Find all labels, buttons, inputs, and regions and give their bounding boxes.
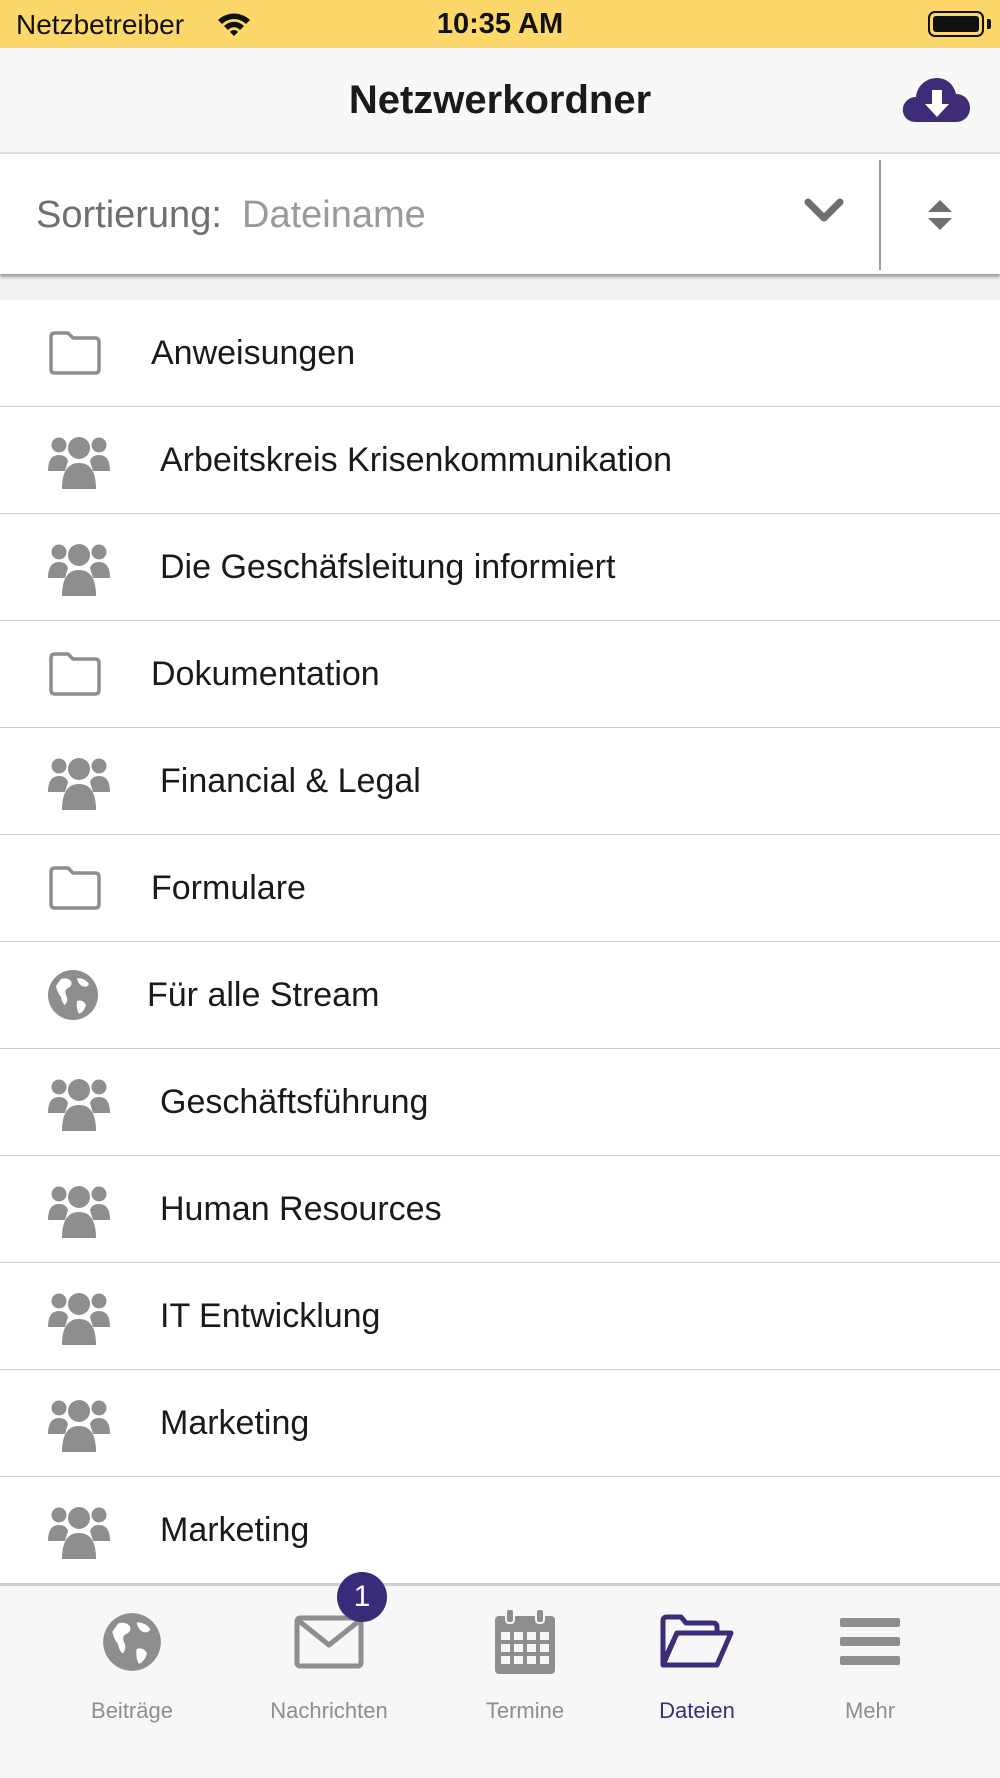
- list-item-label: Arbeitskreis Krisenkommunikation: [160, 440, 673, 479]
- tab-label: Nachrichten: [270, 1698, 388, 1723]
- list-item[interactable]: Die Geschäfsleitung informiert: [0, 514, 1000, 621]
- tab-label: Mehr: [844, 1698, 896, 1723]
- cloud-download-button[interactable]: [900, 68, 972, 132]
- group-icon: [47, 1263, 111, 1369]
- list-item-label: Geschäftsführung: [160, 1082, 429, 1121]
- page-title: Netzwerkordner: [348, 78, 652, 122]
- sort-value: Dateiname: [242, 194, 426, 236]
- sort-order-button[interactable]: [882, 156, 1000, 274]
- folder-icon: [47, 300, 103, 406]
- tab-bar: Beiträge Nachrichten Termine Dateien Meh…: [0, 1584, 1000, 1778]
- list-item-label: Dokumentation: [151, 654, 380, 693]
- list-item[interactable]: Formulare: [0, 835, 1000, 942]
- tab-label: Dateien: [659, 1698, 735, 1723]
- menu-icon: [840, 1618, 900, 1665]
- list-item-label: Human Resources: [160, 1189, 442, 1228]
- group-icon: [47, 407, 111, 513]
- list-item[interactable]: Anweisungen: [0, 300, 1000, 407]
- list-item[interactable]: Human Resources: [0, 1156, 1000, 1263]
- folder-open-icon: [660, 1614, 734, 1668]
- sort-bar: Sortierung: Dateiname: [0, 156, 1000, 274]
- group-icon: [47, 728, 111, 834]
- chevron-down-icon: [804, 198, 844, 222]
- unread-badge: 1: [337, 1572, 387, 1622]
- list-item[interactable]: Financial & Legal: [0, 728, 1000, 835]
- battery-tip: [987, 19, 991, 29]
- group-icon: [47, 1477, 111, 1583]
- status-bar: Netzbetreiber 10:35 AM: [0, 0, 1000, 48]
- envelope-icon: [294, 1615, 364, 1669]
- list-item-label: Marketing: [160, 1403, 310, 1442]
- globe-icon: [47, 942, 99, 1048]
- globe-icon: [103, 1613, 161, 1671]
- list-spacer: [0, 274, 1000, 300]
- calendar-icon: [495, 1608, 555, 1674]
- folder-icon: [47, 621, 103, 727]
- list-item[interactable]: Arbeitskreis Krisenkommunikation: [0, 407, 1000, 514]
- tab-dateien[interactable]: Dateien: [597, 1586, 797, 1736]
- list-item-label: IT Entwicklung: [160, 1296, 381, 1335]
- folder-icon: [47, 835, 103, 941]
- list-item[interactable]: Geschäftsführung: [0, 1049, 1000, 1156]
- list-item-label: Die Geschäfsleitung informiert: [160, 547, 616, 586]
- tab-nachrichten[interactable]: Nachrichten: [229, 1586, 429, 1736]
- list-item-label: Financial & Legal: [160, 761, 421, 800]
- sort-label: Sortierung:: [36, 194, 222, 236]
- list-item-label: Marketing: [160, 1510, 310, 1549]
- group-icon: [47, 1156, 111, 1262]
- list-item[interactable]: Marketing: [0, 1370, 1000, 1477]
- tab-label: Termine: [485, 1698, 565, 1723]
- status-time: 10:35 AM: [436, 8, 564, 40]
- list-item-label: Für alle Stream: [147, 975, 380, 1014]
- group-icon: [47, 1049, 111, 1155]
- list-item[interactable]: IT Entwicklung: [0, 1263, 1000, 1370]
- group-icon: [47, 1370, 111, 1476]
- sort-selector[interactable]: Sortierung: Dateiname: [0, 156, 880, 274]
- tab-beitraege[interactable]: Beiträge: [32, 1586, 232, 1736]
- tab-label: Beiträge: [91, 1698, 173, 1723]
- list-item-label: Anweisungen: [151, 333, 356, 372]
- list-item[interactable]: Für alle Stream: [0, 942, 1000, 1049]
- folder-list: Anweisungen Arbeitskreis Krisenkommunika…: [0, 300, 1000, 1584]
- list-item[interactable]: Marketing: [0, 1477, 1000, 1584]
- navigation-bar: Netzwerkordner: [0, 48, 1000, 154]
- tab-termine[interactable]: Termine: [425, 1586, 625, 1736]
- list-item[interactable]: Dokumentation: [0, 621, 1000, 728]
- sort-divider: [879, 160, 881, 270]
- sort-icon: [928, 200, 952, 230]
- list-item-label: Formulare: [151, 868, 306, 907]
- battery-icon: [928, 11, 984, 37]
- cloud-download-icon: [902, 78, 970, 122]
- group-icon: [47, 514, 111, 620]
- tab-mehr[interactable]: Mehr: [770, 1586, 970, 1736]
